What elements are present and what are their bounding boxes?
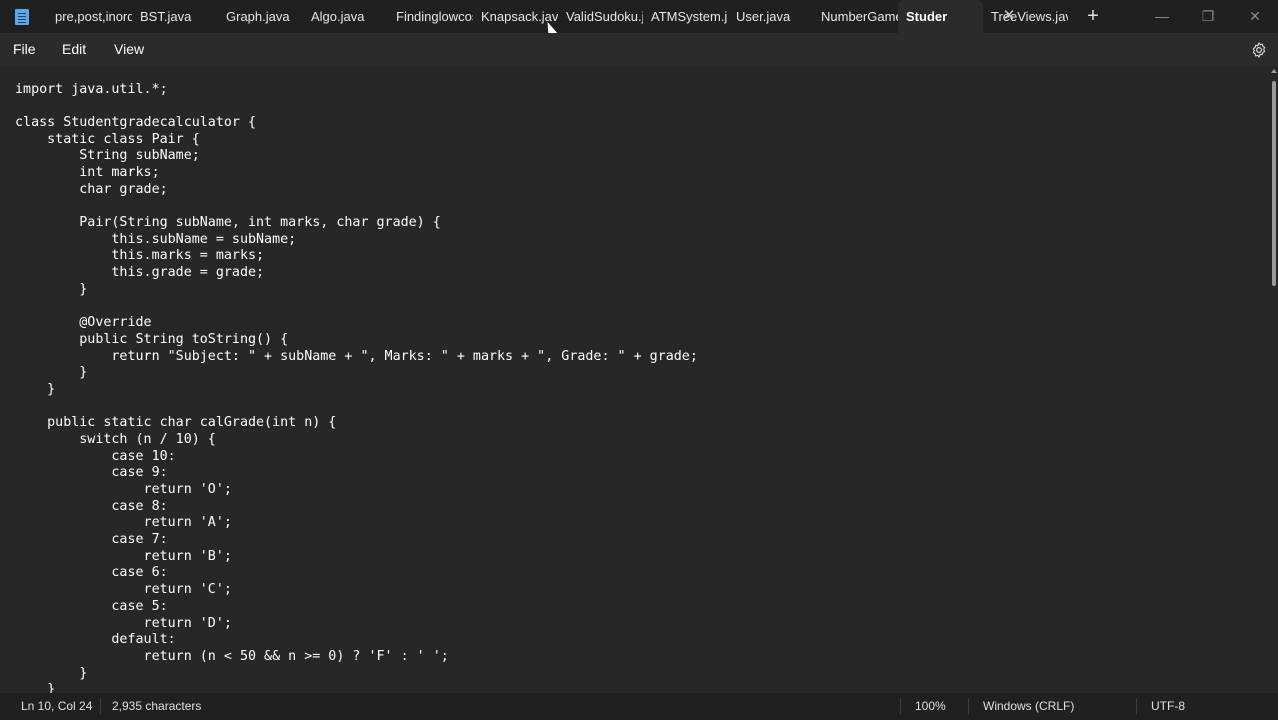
code-line[interactable]: return "Subject: " + subName + ", Marks:…: [15, 349, 697, 366]
status-divider: [1136, 698, 1137, 715]
code-line[interactable]: @Override: [15, 315, 698, 332]
code-line[interactable]: import java.util.*;: [15, 82, 698, 99]
code-line[interactable]: return 'A';: [15, 515, 698, 532]
tab-pre-post-inorder[interactable]: pre,post,inorder: [47, 0, 132, 33]
tab-atmsystem[interactable]: ATMSystem.java: [643, 0, 728, 33]
code-text[interactable]: import java.util.*; class Studentgradecal…: [15, 82, 698, 694]
line-ending[interactable]: Windows (CRLF): [983, 693, 1074, 720]
menu-file[interactable]: File: [9, 33, 40, 66]
code-line[interactable]: case 8:: [15, 499, 698, 516]
character-count: 2,935 characters: [112, 699, 202, 713]
code-line[interactable]: [15, 298, 698, 315]
tab-numbergame[interactable]: NumberGame: [813, 0, 898, 33]
minimize-button[interactable]: —: [1139, 0, 1185, 33]
code-line[interactable]: class Studentgradecalculator {: [15, 115, 698, 132]
status-divider: [900, 698, 901, 715]
scroll-up-arrow-icon[interactable]: [1271, 69, 1277, 73]
code-line[interactable]: String subName;: [15, 148, 698, 165]
code-line[interactable]: return 'O';: [15, 482, 698, 499]
code-line[interactable]: return 'C';: [15, 582, 698, 599]
code-line[interactable]: [15, 399, 698, 416]
code-line[interactable]: return (n < 50 && n >= 0) ? 'F' : ' ';: [15, 649, 698, 666]
code-line[interactable]: }: [15, 282, 698, 299]
code-line[interactable]: this.marks = marks;: [15, 248, 698, 265]
code-line[interactable]: [15, 98, 698, 115]
code-line[interactable]: public static char calGrade(int n) {: [15, 415, 698, 432]
code-line[interactable]: int marks;: [15, 165, 698, 182]
status-bar: Ln 10, Col 24 2,935 characters 100% Wind…: [0, 693, 1278, 720]
tab-close-icon[interactable]: ✕: [1000, 7, 1018, 25]
code-line[interactable]: case 5:: [15, 599, 698, 616]
notepad-icon: [15, 9, 29, 25]
code-line[interactable]: case 7:: [15, 532, 698, 549]
cursor-position: Ln 10, Col 24: [21, 699, 93, 713]
tab-user[interactable]: User.java: [728, 0, 813, 33]
window-close-button[interactable]: ✕: [1232, 0, 1278, 33]
code-line[interactable]: return 'B';: [15, 549, 698, 566]
menu-edit[interactable]: Edit: [58, 33, 90, 66]
code-line[interactable]: case 6:: [15, 565, 698, 582]
code-line[interactable]: static class Pair {: [15, 132, 698, 149]
code-line[interactable]: }: [15, 682, 698, 693]
encoding[interactable]: UTF-8: [1151, 693, 1185, 720]
tab-studentgradecalculator[interactable]: Studer: [898, 0, 983, 33]
text-editor[interactable]: import java.util.*; class Studentgradecal…: [0, 66, 1278, 693]
code-line[interactable]: }: [15, 382, 698, 399]
code-line[interactable]: return 'D';: [15, 616, 698, 633]
tab-bst[interactable]: BST.java: [132, 0, 218, 33]
status-divider: [100, 698, 101, 715]
tab-findinglowcost[interactable]: Findinglowcost: [388, 0, 473, 33]
menu-bar: File Edit View: [0, 33, 1278, 66]
menu-view[interactable]: View: [110, 33, 148, 66]
code-line[interactable]: default:: [15, 632, 698, 649]
tab-treeviews[interactable]: TreeViews.java: [983, 0, 1068, 33]
scrollbar-thumb[interactable]: [1272, 81, 1276, 286]
maximize-button[interactable]: ❐: [1185, 0, 1231, 33]
new-tab-button[interactable]: +: [1083, 6, 1103, 26]
code-line[interactable]: this.grade = grade;: [15, 265, 698, 282]
code-line[interactable]: case 10:: [15, 449, 698, 466]
tab-graph[interactable]: Graph.java: [218, 0, 303, 33]
code-line[interactable]: char grade;: [15, 182, 698, 199]
title-bar: pre,post,inorder BST.java Graph.java Alg…: [0, 0, 1278, 41]
code-line[interactable]: public String toString() {: [15, 332, 698, 349]
gear-icon[interactable]: [1250, 41, 1268, 59]
code-line[interactable]: }: [15, 365, 698, 382]
tab-algo[interactable]: Algo.java: [303, 0, 388, 33]
code-line[interactable]: }: [15, 666, 698, 683]
code-line[interactable]: Pair(String subName, int marks, char gra…: [15, 215, 698, 232]
code-line[interactable]: [15, 198, 698, 215]
code-line[interactable]: switch (n / 10) {: [15, 432, 698, 449]
code-line[interactable]: case 9:: [15, 465, 698, 482]
zoom-level[interactable]: 100%: [915, 693, 946, 720]
code-line[interactable]: this.subName = subName;: [15, 232, 698, 249]
tab-validsudoku[interactable]: ValidSudoku.java: [558, 0, 643, 33]
status-divider: [968, 698, 969, 715]
